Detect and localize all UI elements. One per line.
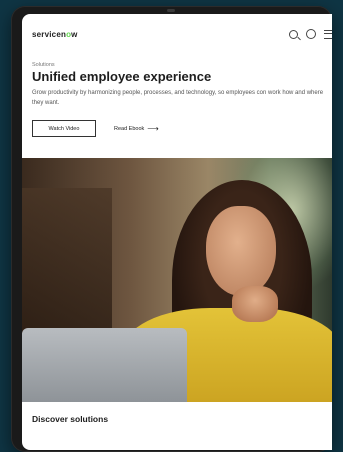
- tablet-screen: servicenow Solutions Unified employee ex…: [22, 14, 332, 450]
- hero-text-block: Solutions Unified employee experience Gr…: [32, 62, 332, 108]
- logo-text-part: servicen: [32, 30, 67, 39]
- menu-icon[interactable]: [324, 29, 332, 39]
- hero-description: Grow productivity by harmonizing people,…: [32, 90, 324, 106]
- image-person-face: [206, 206, 276, 296]
- hero-actions: Watch Video Read Ebook ⟶: [32, 120, 159, 137]
- search-icon[interactable]: [289, 29, 298, 39]
- logo-text-part-end: w: [71, 30, 78, 39]
- image-background-shelf: [22, 188, 112, 338]
- breadcrumb[interactable]: Solutions: [32, 62, 332, 68]
- hero-image: [22, 158, 332, 402]
- read-ebook-link[interactable]: Read Ebook ⟶: [114, 123, 159, 133]
- tablet-device: servicenow Solutions Unified employee ex…: [11, 6, 332, 452]
- camera: [167, 9, 175, 12]
- nav-icons: [289, 29, 332, 39]
- top-navbar: servicenow: [22, 14, 332, 50]
- user-icon[interactable]: [306, 29, 316, 39]
- read-ebook-label: Read Ebook: [114, 125, 145, 132]
- watch-video-button[interactable]: Watch Video: [32, 120, 96, 137]
- image-person-hand: [232, 286, 278, 322]
- image-laptop: [22, 328, 187, 402]
- servicenow-logo[interactable]: servicenow: [32, 30, 78, 39]
- page-title: Unified employee experience: [32, 69, 212, 84]
- arrow-right-icon: ⟶: [147, 123, 159, 133]
- discover-solutions-heading: Discover solutions: [32, 414, 109, 424]
